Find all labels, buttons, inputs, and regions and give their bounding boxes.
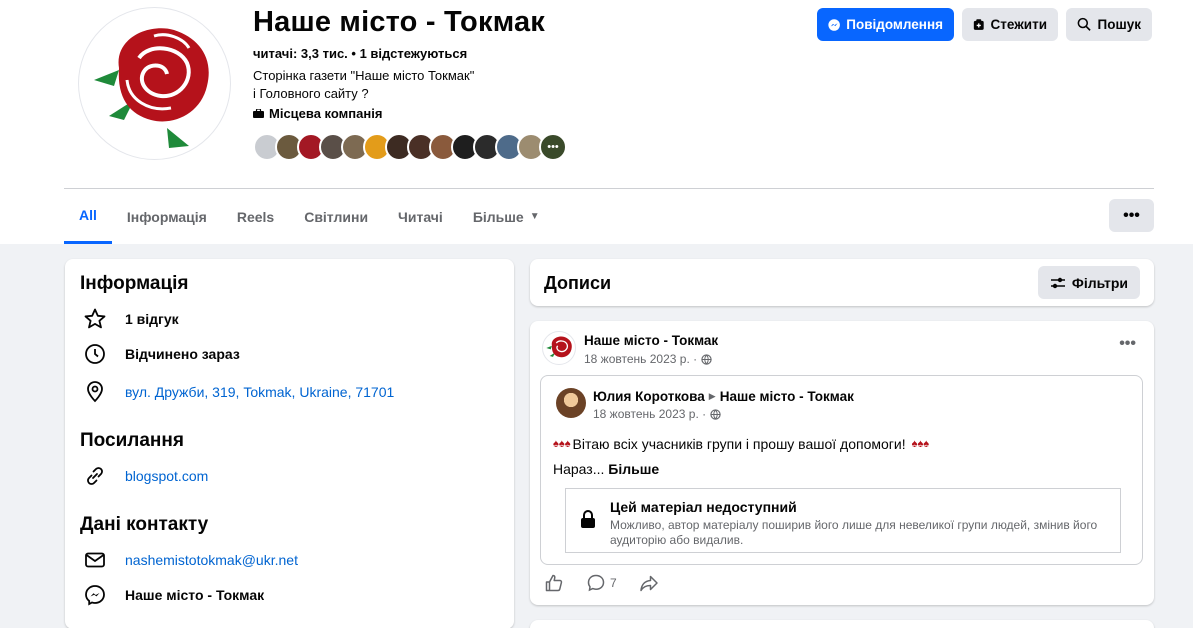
like-button[interactable]	[544, 573, 564, 593]
post-date[interactable]: 18 жовтень 2023 р. ·	[584, 352, 712, 366]
messenger-name: Наше місто - Токмак	[125, 587, 265, 603]
like-icon	[545, 574, 563, 592]
address-link[interactable]: вул. Дружби, 319, Tokmak, Ukraine, 71701	[125, 384, 394, 400]
arrow-right-icon: ▶	[708, 391, 716, 401]
comment-icon	[587, 574, 605, 592]
location-pin-icon	[87, 381, 103, 403]
follower-avatars[interactable]: •••	[253, 133, 567, 161]
briefcase-icon	[253, 109, 264, 118]
messenger-icon	[85, 585, 105, 606]
filter-button[interactable]: Фільтри	[1037, 266, 1140, 299]
filter-icon	[1050, 277, 1065, 288]
caret-down-icon: ▼	[529, 211, 540, 222]
follow-button[interactable]: Стежити	[962, 8, 1058, 41]
profile-tabs: All Інформація Reels Світлини Читачі Біл…	[64, 189, 555, 244]
address-row[interactable]: вул. Дружби, 319, Tokmak, Ukraine, 71701	[83, 380, 394, 404]
lock-icon	[581, 510, 595, 528]
next-post-card	[530, 620, 1154, 628]
info-card: Інформація 1 відгук Відчинено зараз вул.…	[65, 259, 514, 628]
globe-icon	[701, 353, 712, 365]
rose-logo-icon	[94, 28, 209, 148]
page-title: Наше місто - Токмак	[253, 6, 546, 38]
tab-reels[interactable]: Reels	[222, 189, 289, 244]
category-label: Місцева компанія	[269, 106, 383, 121]
page-bio-line: Сторінка газети "Наше місто Токмак"	[253, 68, 475, 83]
comment-count: 7	[610, 576, 617, 590]
reviews-row[interactable]: 1 відгук	[83, 307, 179, 331]
shared-post-date[interactable]: 18 жовтень 2023 р. ·	[593, 407, 721, 421]
ellipsis-icon: •••	[1119, 335, 1136, 352]
see-more-link[interactable]: Більше	[608, 461, 659, 477]
reviews-count: 1 відгук	[125, 311, 179, 327]
shared-author-name[interactable]: Юлия Короткова	[593, 389, 705, 404]
links-title: Посилання	[80, 430, 184, 451]
info-title: Інформація	[80, 273, 189, 294]
rose-emoji-icon: ♠♠♠	[911, 438, 930, 450]
message-button-label: Повідомлення	[846, 17, 943, 32]
tab-photos[interactable]: Світлини	[289, 189, 383, 244]
see-more: Нараз... Більше	[553, 461, 660, 477]
email-link[interactable]: nashemistotokmak@ukr.net	[125, 552, 298, 568]
share-button[interactable]	[639, 573, 659, 593]
shared-post-header: Юлия Короткова ▶ Наше місто - Токмак	[593, 389, 854, 404]
ellipsis-icon: •••	[1123, 206, 1140, 224]
post-author[interactable]: Наше місто - Токмак	[584, 333, 718, 348]
hours-row: Відчинено зараз	[83, 342, 240, 366]
shared-post-text: ♠♠♠ Вітаю всіх учасників групи і прошу в…	[553, 436, 930, 452]
tab-followers[interactable]: Читачі	[383, 189, 458, 244]
star-icon	[84, 308, 106, 329]
messenger-row[interactable]: Наше місто - Токмак	[83, 583, 264, 607]
search-button[interactable]: Пошук	[1066, 8, 1152, 41]
page-header: Наше місто - Токмак читачі: 3,3 тис. • 1…	[0, 0, 1193, 244]
post-menu-button[interactable]: •••	[1119, 335, 1136, 353]
unavailable-title: Цей матеріал недоступний	[610, 499, 797, 515]
unavailable-content-box: Цей матеріал недоступний Можливо, автор …	[565, 488, 1121, 553]
comment-button[interactable]: 7	[586, 573, 617, 593]
share-icon	[639, 575, 658, 592]
shared-target-name[interactable]: Наше місто - Токмак	[720, 389, 854, 404]
more-options-button[interactable]: •••	[1109, 199, 1154, 232]
filter-button-label: Фільтри	[1071, 274, 1128, 291]
page-category: Місцева компанія	[253, 106, 382, 121]
website-link[interactable]: blogspot.com	[125, 468, 208, 484]
posts-title: Дописи	[544, 273, 612, 293]
follow-button-label: Стежити	[990, 17, 1047, 32]
posts-header: Дописи Фільтри	[530, 259, 1154, 306]
message-button[interactable]: Повідомлення	[817, 8, 954, 41]
link-icon	[87, 467, 103, 485]
clock-icon	[85, 344, 105, 364]
search-button-label: Пошук	[1097, 17, 1141, 32]
more-followers-icon[interactable]: •••	[539, 133, 567, 161]
follower-count[interactable]: читачі: 3,3 тис. • 1 відстежуються	[253, 46, 467, 61]
shared-author-avatar[interactable]	[556, 388, 586, 418]
contacts-title: Дані контакту	[80, 514, 209, 535]
hours-status: Відчинено зараз	[125, 346, 240, 362]
tab-more[interactable]: Більше ▼	[458, 189, 555, 244]
post-card: Наше місто - Токмак 18 жовтень 2023 р. ·…	[530, 321, 1154, 605]
tab-info[interactable]: Інформація	[112, 189, 222, 244]
rose-logo-icon	[546, 336, 572, 358]
unavailable-description: Можливо, автор матеріалу поширив його ли…	[610, 518, 1098, 547]
messenger-icon	[828, 18, 840, 31]
search-icon	[1077, 17, 1091, 31]
globe-icon	[710, 408, 721, 420]
page-avatar[interactable]	[78, 7, 231, 160]
follow-icon	[973, 18, 984, 30]
post-author-avatar[interactable]	[542, 331, 576, 365]
rose-emoji-icon: ♠♠♠	[553, 438, 571, 450]
mail-icon	[85, 552, 105, 568]
website-row[interactable]: blogspot.com	[83, 464, 208, 488]
post-actions: 7	[544, 573, 659, 593]
page-bio-line: і Головного сайту ?	[253, 86, 369, 101]
tab-all[interactable]: All	[64, 189, 112, 244]
email-row[interactable]: nashemistotokmak@ukr.net	[83, 548, 298, 572]
shared-post[interactable]: Юлия Короткова ▶ Наше місто - Токмак 18 …	[540, 375, 1143, 565]
